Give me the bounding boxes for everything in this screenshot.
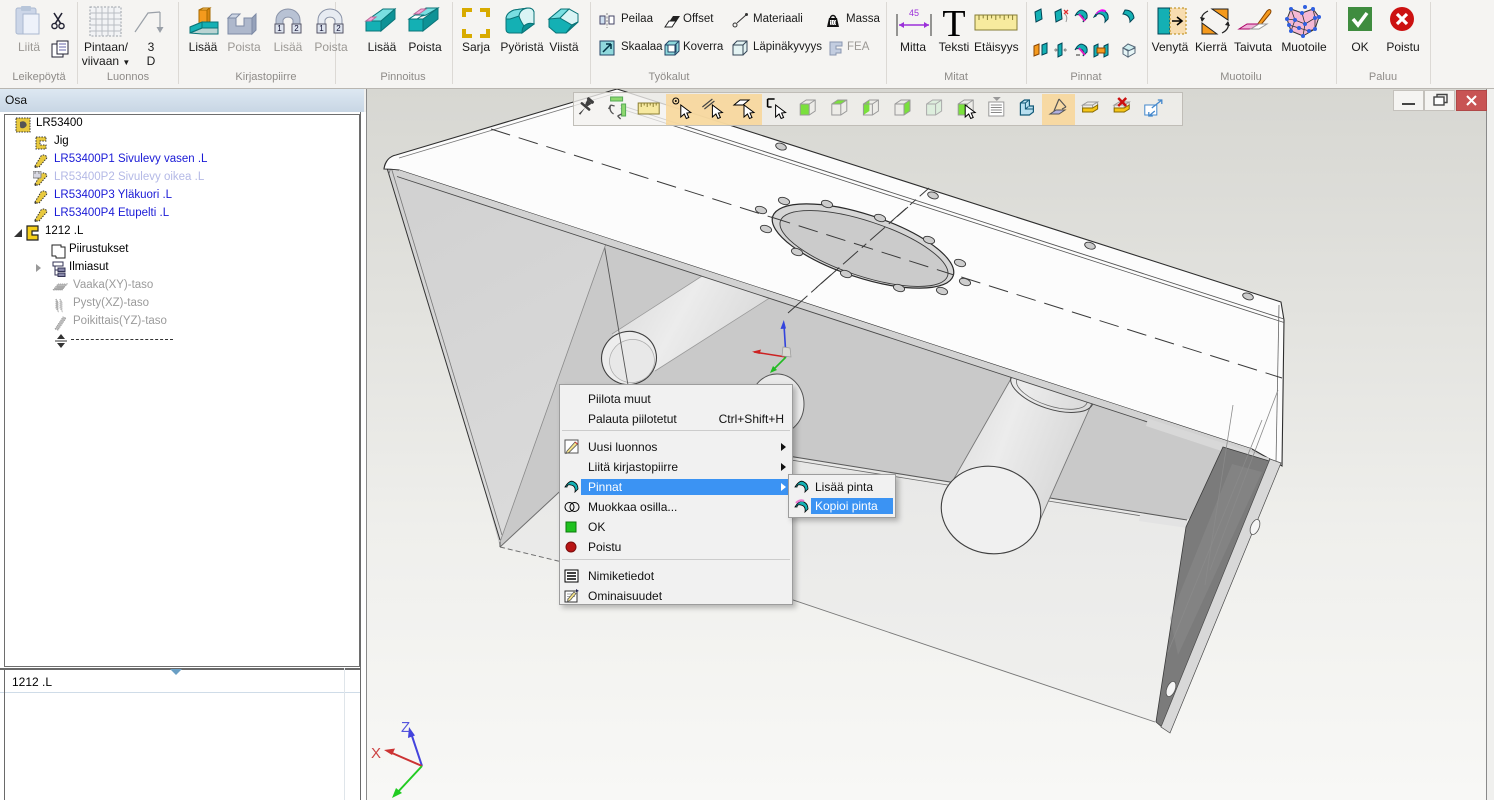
svg-text:Z: Z	[401, 719, 410, 736]
svg-text:45: 45	[909, 8, 919, 18]
svg-text:10: 10	[830, 21, 836, 27]
svg-text:X: X	[371, 745, 381, 762]
svg-text:2: 2	[294, 24, 299, 33]
svg-text:1: 1	[319, 24, 324, 33]
svg-text:1: 1	[277, 24, 282, 33]
svg-text:2: 2	[336, 24, 341, 33]
